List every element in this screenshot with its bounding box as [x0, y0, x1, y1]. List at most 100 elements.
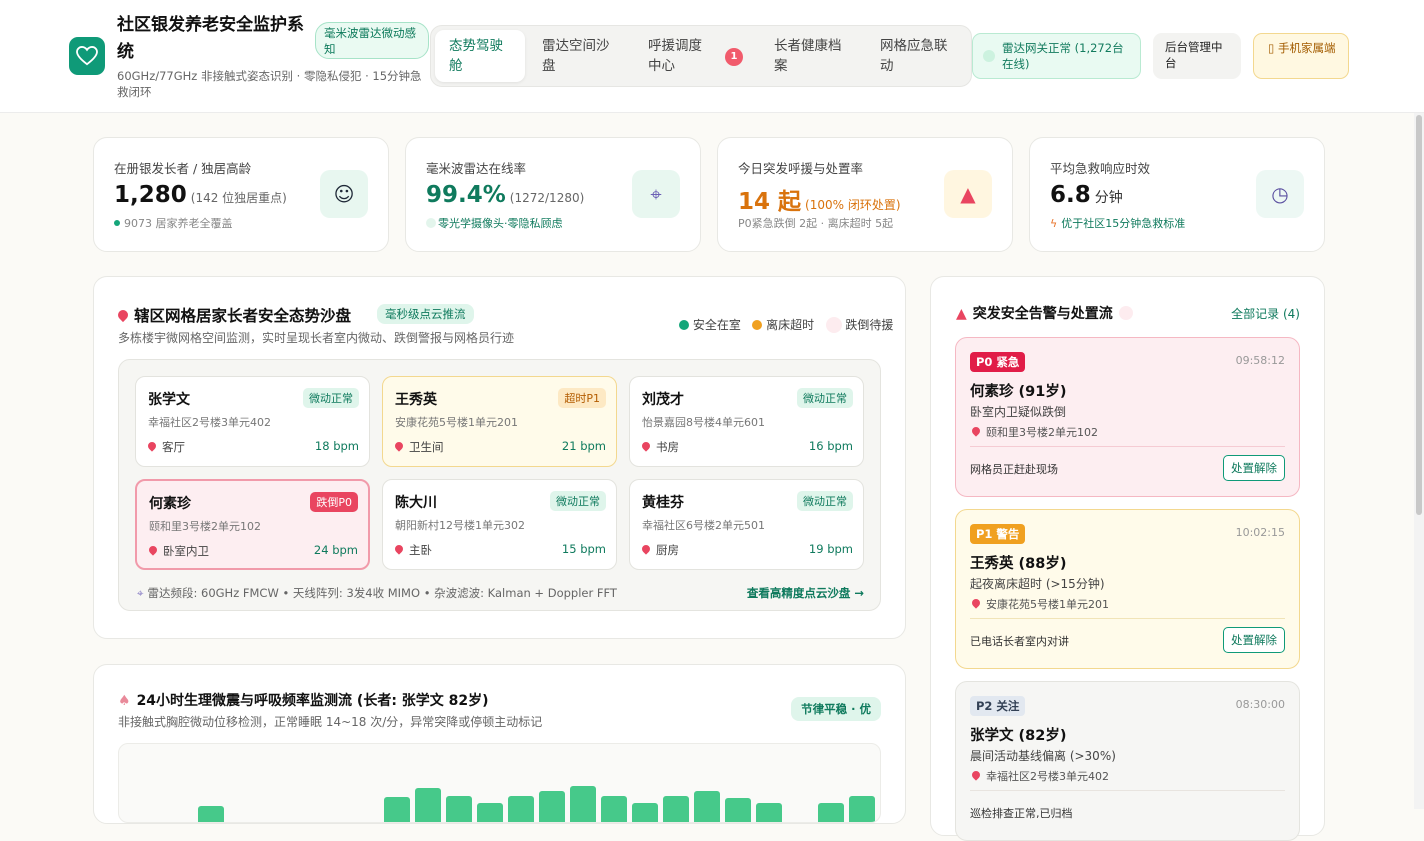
respiration-bar [539, 790, 565, 822]
respiration-bar [477, 802, 503, 822]
tab-grid-emergency[interactable]: 网格应急联动 [866, 30, 966, 82]
tab-health-records[interactable]: 长者健康档案 [760, 30, 860, 82]
alert-elder-name: 王秀英 (88岁) [970, 556, 1067, 572]
gateway-status-text: 雷达网关正常 (1,272台在线) [1002, 41, 1124, 71]
all-records-link[interactable]: 全部记录 (4) [1231, 305, 1300, 322]
elder-name: 何素珍 [149, 496, 191, 512]
status-badge: 跌倒P0 [310, 492, 358, 512]
radar-spec-footer: ⌖ 雷达频段: 60GHz FMCW • 天线阵列: 3发4收 MIMO • 杂波… [137, 586, 617, 600]
alert-elder-name: 张学文 (82岁) [970, 728, 1067, 744]
elder-grid: 张学文 微动正常 幸福社区2号楼3单元402 客厅 18 bpm 王秀英 超时P… [118, 359, 881, 611]
stat-card-radar: 毫米波雷达在线率 99.4% (1272/1280) 零光学摄像头·零隐私顾虑 ⌖ [405, 137, 701, 252]
stat-label: 毫米波雷达在线率 [426, 161, 527, 176]
siren-icon: ▲ [944, 170, 992, 218]
respiration-bar [415, 788, 441, 822]
status-badge: 微动正常 [797, 491, 853, 511]
tab-radar-sandbox[interactable]: 雷达空间沙盘 [528, 30, 628, 82]
location-pin-icon [115, 307, 131, 323]
elder-bpm: 21 bpm [561, 439, 606, 453]
elder-card[interactable]: 张学文 微动正常 幸福社区2号楼3单元402 客厅 18 bpm [135, 376, 370, 467]
location-pin-icon [640, 440, 652, 452]
stat-label: 平均急救响应时效 [1050, 161, 1151, 176]
elder-address: 幸福社区6号楼2单元501 [642, 519, 765, 532]
alert-description: 卧室内卫疑似跌倒 [970, 405, 1067, 419]
radar-icon: ⌖ [632, 170, 680, 218]
status-badge: 超时P1 [558, 388, 606, 408]
elder-address: 怡景嘉园8号楼4单元601 [642, 416, 765, 429]
elder-address: 颐和里3号楼2单元102 [149, 520, 261, 533]
stat-note: ϟ 优于社区15分钟急救标准 [1050, 217, 1186, 230]
location-pin-icon [970, 597, 982, 609]
respiration-bar [756, 802, 782, 822]
respiration-bar [570, 786, 596, 822]
elder-card[interactable]: 黄桂芬 微动正常 幸福社区6号楼2单元501 厨房 19 bpm [629, 479, 864, 570]
respiration-bar [694, 790, 720, 822]
rhythm-badge: 节律平稳 · 优 [791, 697, 881, 721]
alert-level-badge: P0 紧急 [970, 352, 1026, 372]
sandbox-title: 辖区网格居家长者安全态势沙盘 [115, 304, 351, 326]
tab-dispatch[interactable]: 呼援调度中心 [634, 30, 724, 82]
respiration-bar [632, 802, 658, 822]
scrollbar-thumb[interactable] [1416, 115, 1422, 515]
alert-action: 网格员正赶赴现场 [970, 463, 1058, 476]
alert-card[interactable]: P0 紧急 09:58:12 何素珍 (91岁) 卧室内卫疑似跌倒 颐和里3号楼… [955, 337, 1300, 497]
location-pin-icon [393, 543, 405, 555]
stat-label: 在册银发长者 / 独居高龄 [114, 161, 252, 176]
elder-room: 客厅 [146, 439, 185, 455]
alert-location: 颐和里3号楼2单元102 [970, 424, 1098, 440]
alert-elder-name: 何素珍 (91岁) [970, 384, 1067, 400]
stat-value: 14 起 (100% 闭环处置) [738, 189, 901, 215]
lungs-icon: ♠ [118, 693, 131, 709]
alert-location: 安康花苑5号楼1单元201 [970, 596, 1109, 612]
app-subtitle: 60GHz/77GHz 非接触式姿态识别 · 零隐私侵犯 · 15分钟急救闭环 [117, 69, 422, 99]
stat-note: 9073 居家养老全覆盖 [114, 215, 233, 231]
radar-badge: 毫米波雷达微动感知 [315, 22, 429, 59]
elder-room: 卫生间 [393, 439, 444, 455]
respiration-bar [818, 802, 844, 822]
stat-card-incidents: 今日突发呼援与处置率 14 起 (100% 闭环处置) P0紧急跌倒 2起 · 离… [717, 137, 1013, 252]
alert-description: 晨间活动基线偏离 (>30%) [970, 749, 1116, 763]
alert-card[interactable]: P1 警告 10:02:15 王秀英 (88岁) 起夜离床超时 (>15分钟) … [955, 509, 1300, 669]
elder-bpm: 24 bpm [313, 543, 358, 557]
elder-card[interactable]: 刘茂才 微动正常 怡景嘉园8号楼4单元601 书房 16 bpm [629, 376, 864, 467]
tab-dashboard[interactable]: 态势驾驶舱 [435, 30, 525, 82]
view-pointcloud-link[interactable]: 查看高精度点云沙盘 → [747, 585, 864, 601]
elder-card[interactable]: 王秀英 超时P1 安康花苑5号楼1单元201 卫生间 21 bpm [382, 376, 617, 467]
app-title: 社区银发养老安全监护系统 [117, 15, 304, 62]
vitals-title: ♠ 24小时生理微震与呼吸频率监测流 (长者: 张学文 82岁) [118, 693, 489, 709]
elder-bpm: 18 bpm [314, 439, 359, 453]
status-badge: 微动正常 [797, 388, 853, 408]
siren-icon: ▲ [956, 306, 967, 322]
status-dot-icon [983, 50, 995, 62]
location-pin-icon [146, 440, 158, 452]
legend-overtime: 离床超时 [766, 318, 815, 332]
respiration-bar [384, 796, 410, 822]
resolve-button[interactable]: 处置解除 [1223, 627, 1285, 653]
dispatch-count-badge: 1 [725, 48, 743, 66]
elder-room: 主卧 [393, 542, 432, 558]
legend-fall: 跌倒待援 [845, 318, 894, 332]
stat-note: P0紧急跌倒 2起 · 离床超时 5起 [738, 217, 894, 230]
elder-bpm: 16 bpm [808, 439, 853, 453]
admin-button[interactable]: 后台管理中台 [1153, 33, 1241, 79]
alert-level-badge: P1 警告 [970, 524, 1026, 544]
elder-card[interactable]: 陈大川 微动正常 朝阳新村12号楼1单元302 主卧 15 bpm [382, 479, 617, 570]
alert-card[interactable]: P2 关注 08:30:00 张学文 (82岁) 晨间活动基线偏离 (>30%)… [955, 681, 1300, 841]
elder-card[interactable]: 何素珍 跌倒P0 颐和里3号楼2单元102 卧室内卫 24 bpm [135, 479, 370, 570]
alerts-title: ▲ 突发安全告警与处置流 [956, 303, 1133, 323]
elder-room: 书房 [640, 439, 679, 455]
alert-action: 已电话长者室内对讲 [970, 635, 1069, 648]
elder-room: 厨房 [640, 542, 679, 558]
location-pin-icon [393, 440, 405, 452]
alert-time: 10:02:15 [1235, 526, 1285, 539]
respiration-bar [725, 798, 751, 822]
stat-value: 1,280 (142 位独居重点) [114, 182, 287, 208]
alert-action: 巡检排查正常,已归档 [970, 807, 1073, 820]
location-pin-icon [970, 425, 982, 437]
page-scrollbar[interactable] [1414, 113, 1424, 809]
stat-card-response: 平均急救响应时效 6.8 分钟 ϟ 优于社区15分钟急救标准 ◷ [1029, 137, 1325, 252]
elder-name: 陈大川 [395, 495, 437, 511]
legend-safe: 安全在室 [692, 318, 741, 332]
resolve-button[interactable]: 处置解除 [1223, 455, 1285, 481]
mobile-button[interactable]: ▯ 手机家属端 [1253, 33, 1349, 79]
